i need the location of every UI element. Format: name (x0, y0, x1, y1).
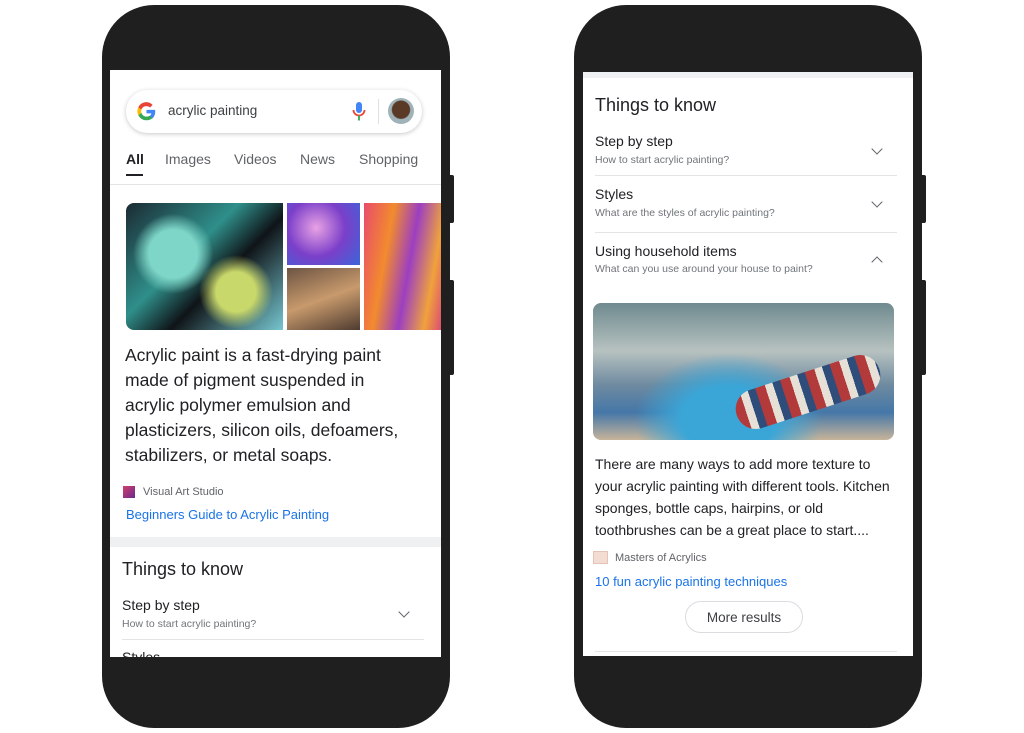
chevron-down-icon[interactable] (398, 606, 410, 618)
answer-text: There are many ways to add more texture … (595, 456, 890, 538)
things-to-know-title: Things to know (595, 95, 717, 115)
source-favicon (593, 551, 608, 564)
image-main[interactable] (126, 203, 283, 330)
divider (595, 175, 897, 176)
accordion-title: Step by step (595, 133, 673, 149)
tab-shopping[interactable]: Shopping (359, 151, 418, 167)
chevron-down-icon[interactable] (871, 196, 883, 208)
chevron-down-icon[interactable] (871, 143, 883, 155)
accordion-title: Using household items (595, 243, 737, 259)
accordion-subtitle: How to start acrylic painting? (595, 154, 730, 166)
mic-icon[interactable] (352, 101, 366, 122)
chevron-up-icon[interactable] (871, 256, 883, 268)
search-bar[interactable]: acrylic painting (126, 90, 422, 133)
divider (378, 99, 379, 124)
active-tab-indicator (126, 174, 143, 176)
user-avatar[interactable] (388, 98, 414, 124)
result-link[interactable]: 10 fun acrylic painting techniques (595, 574, 787, 589)
description: Acrylic paint is a fast-drying paint mad… (125, 345, 399, 465)
tab-images[interactable]: Images (165, 151, 211, 167)
divider (122, 639, 424, 640)
side-button (448, 280, 454, 375)
image-purple[interactable] (287, 203, 360, 265)
accordion-item-styles[interactable]: Styles (122, 649, 160, 657)
things-to-know-title: Things to know (122, 559, 244, 579)
accordion-subtitle: What can you use around your house to pa… (595, 263, 813, 275)
image-palette[interactable] (287, 268, 360, 330)
google-g-icon (137, 102, 156, 121)
accordion-subtitle: What are the styles of acrylic painting? (595, 207, 775, 219)
accordion-subtitle: How to start acrylic painting? (122, 618, 257, 630)
accordion-title: Styles (595, 186, 634, 202)
divider (595, 651, 897, 652)
search-input[interactable]: acrylic painting (168, 103, 257, 118)
side-button (920, 280, 926, 375)
tab-all[interactable]: All (126, 151, 144, 167)
side-button (448, 175, 454, 223)
screen-left: acrylic painting All Images Videos News … (110, 70, 441, 657)
divider (110, 184, 441, 185)
result-link[interactable]: Beginners Guide to Acrylic Painting (126, 507, 329, 522)
section-separator (583, 72, 913, 78)
divider (595, 232, 897, 233)
source-name: Masters of Acrylics (615, 552, 707, 564)
side-button (920, 175, 926, 223)
more-results-label: More results (706, 609, 782, 625)
tab-videos[interactable]: Videos (234, 151, 277, 167)
source-favicon (123, 486, 135, 498)
accordion-title: Step by step (122, 597, 200, 613)
more-results-button[interactable]: More results (685, 601, 803, 633)
source-name: Visual Art Studio (143, 486, 224, 498)
section-separator (110, 537, 441, 547)
image-orange[interactable] (364, 203, 441, 330)
tab-news[interactable]: News (300, 151, 335, 167)
screen-right: Things to know Step by step How to start… (583, 72, 913, 656)
